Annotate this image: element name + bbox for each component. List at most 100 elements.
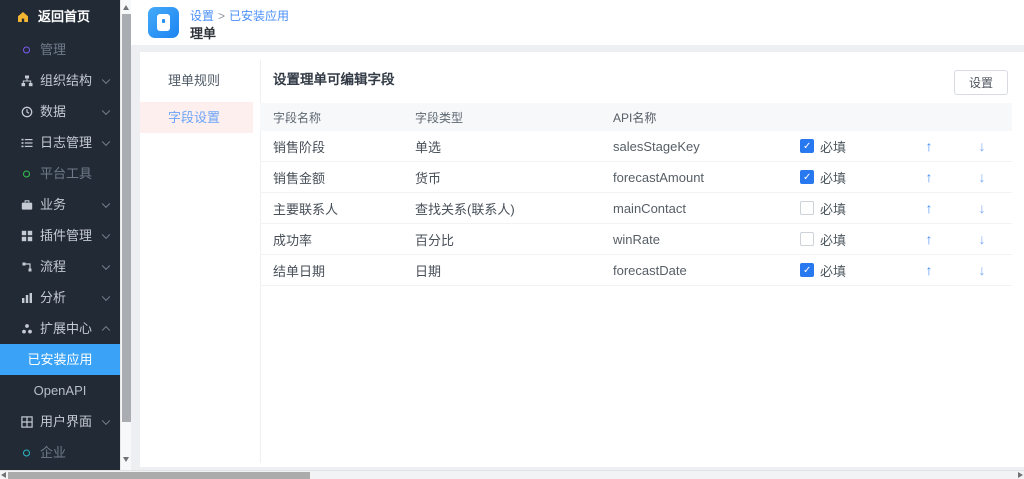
required-label: 必填 [820,199,846,218]
home-icon [17,11,29,23]
breadcrumb-settings-link[interactable]: 设置 [190,9,214,23]
field-api: forecastDate [613,263,800,278]
table-row: 销售金额 货币 forecastAmount 必填 ↑ ↓ [260,162,1012,193]
required-label: 必填 [820,261,846,280]
table-header-row: 字段名称 字段类型 API名称 [260,103,1012,131]
sidebar-item-openapi[interactable]: OpenAPI [0,375,120,406]
move-down-icon[interactable]: ↓ [979,138,986,154]
app-icon [148,7,179,38]
breadcrumb: 设置>已安装应用 [190,7,289,24]
scroll-left-arrow-icon[interactable] [1,472,6,478]
sidebar-item-label: 数据 [40,104,66,119]
field-api: forecastAmount [613,170,800,185]
scroll-down-arrow-icon[interactable] [123,457,129,462]
sidebar-item-label: 流程 [40,259,66,274]
chevron-down-icon [102,199,110,207]
content-area: 设置理单可编辑字段 设置 字段名称 字段类型 API名称 销售阶段 单选 sal… [260,52,1024,467]
table-row: 结单日期 日期 forecastDate 必填 ↑ ↓ [260,255,1012,286]
required-checkbox[interactable] [800,139,814,153]
table-row: 销售阶段 单选 salesStageKey 必填 ↑ ↓ [260,131,1012,162]
sidebar-section-management: 管理 [0,34,120,65]
subnav: 理单规则 字段设置 [140,52,260,467]
chevron-down-icon [102,261,110,269]
enterprise-ring-icon [23,449,30,456]
extension-center-icon [21,323,33,335]
sidebar-item-plugin-management[interactable]: 插件管理 [0,220,120,251]
required-checkbox[interactable] [800,232,814,246]
horizontal-scrollbar-thumb[interactable] [8,472,310,479]
sidebar-section-label: 企业 [40,445,66,460]
clipboard-glyph-icon [157,14,170,31]
sidebar-item-label: OpenAPI [34,383,87,398]
chevron-down-icon [102,106,110,114]
subnav-item-order-rules[interactable]: 理单规则 [140,66,260,96]
field-api: winRate [613,232,800,247]
sidebar-item-home[interactable]: 返回首页 [0,0,120,34]
move-up-icon[interactable]: ↑ [926,262,933,278]
sidebar-section-label: 管理 [40,42,66,57]
move-up-icon[interactable]: ↑ [926,138,933,154]
sidebar-item-label: 插件管理 [40,228,92,243]
required-checkbox[interactable] [800,201,814,215]
scroll-right-arrow-icon[interactable] [1018,472,1023,478]
required-label: 必填 [820,168,846,187]
management-ring-icon [23,46,30,53]
required-label: 必填 [820,137,846,156]
column-header-field-type: 字段类型 [415,109,613,126]
main-panel: 理单规则 字段设置 设置理单可编辑字段 设置 字段名称 字段类型 API名称 销… [140,52,1024,467]
sidebar-item-analysis[interactable]: 分析 [0,282,120,313]
move-down-icon[interactable]: ↓ [979,169,986,185]
sidebar-item-business[interactable]: 业务 [0,189,120,220]
platform-tools-ring-icon [23,170,30,177]
breadcrumb-installed-apps-link[interactable]: 已安装应用 [229,9,289,23]
chevron-down-icon [102,75,110,83]
sidebar-home-label: 返回首页 [38,9,90,24]
sidebar-item-label: 扩展中心 [40,321,92,336]
sidebar-item-data[interactable]: 数据 [0,96,120,127]
field-name: 结单日期 [273,261,415,280]
sidebar-item-label: 业务 [40,197,66,212]
horizontal-scrollbar[interactable] [0,470,1024,479]
scroll-up-arrow-icon[interactable] [123,5,129,10]
required-checkbox[interactable] [800,170,814,184]
sidebar-item-log-management[interactable]: 日志管理 [0,127,120,158]
table-row: 成功率 百分比 winRate 必填 ↑ ↓ [260,224,1012,255]
ui-grid-icon [21,416,33,428]
settings-button[interactable]: 设置 [954,70,1008,95]
sidebar-section-label: 平台工具 [40,166,92,181]
subnav-item-field-settings[interactable]: 字段设置 [140,102,253,133]
field-type: 单选 [415,137,613,156]
move-up-icon[interactable]: ↑ [926,231,933,247]
move-down-icon[interactable]: ↓ [979,200,986,216]
move-up-icon[interactable]: ↑ [926,169,933,185]
table-row: 主要联系人 查找关系(联系人) mainContact 必填 ↑ ↓ [260,193,1012,224]
required-label: 必填 [820,230,846,249]
sidebar-item-org-structure[interactable]: 组织结构 [0,65,120,96]
content-title: 设置理单可编辑字段 [273,68,395,88]
move-up-icon[interactable]: ↑ [926,200,933,216]
field-name: 成功率 [273,230,415,249]
field-type: 日期 [415,261,613,280]
chevron-down-icon [102,230,110,238]
data-clock-icon [21,106,33,118]
sidebar-item-label: 组织结构 [40,73,92,88]
sidebar-section-enterprise: 企业 [0,437,120,468]
plugin-grid-icon [21,230,33,242]
sidebar-item-process[interactable]: 流程 [0,251,120,282]
required-checkbox[interactable] [800,263,814,277]
topbar: 设置>已安装应用 理单 [131,0,1024,45]
sidebar-item-label: 已安装应用 [27,352,92,367]
column-header-api-name: API名称 [613,109,800,126]
chevron-down-icon [102,416,110,424]
field-type: 货币 [415,168,613,187]
vertical-scrollbar-thumb[interactable] [122,14,131,422]
sidebar-item-label: 用户界面 [40,414,92,429]
field-api: mainContact [613,201,800,216]
field-name: 销售阶段 [273,137,415,156]
sidebar-item-extension-center[interactable]: 扩展中心 [0,313,120,344]
sidebar-vertical-scrollbar[interactable] [120,0,131,470]
move-down-icon[interactable]: ↓ [979,231,986,247]
sidebar-item-user-interface[interactable]: 用户界面 [0,406,120,437]
move-down-icon[interactable]: ↓ [979,262,986,278]
sidebar-item-installed-apps[interactable]: 已安装应用 [0,344,120,375]
